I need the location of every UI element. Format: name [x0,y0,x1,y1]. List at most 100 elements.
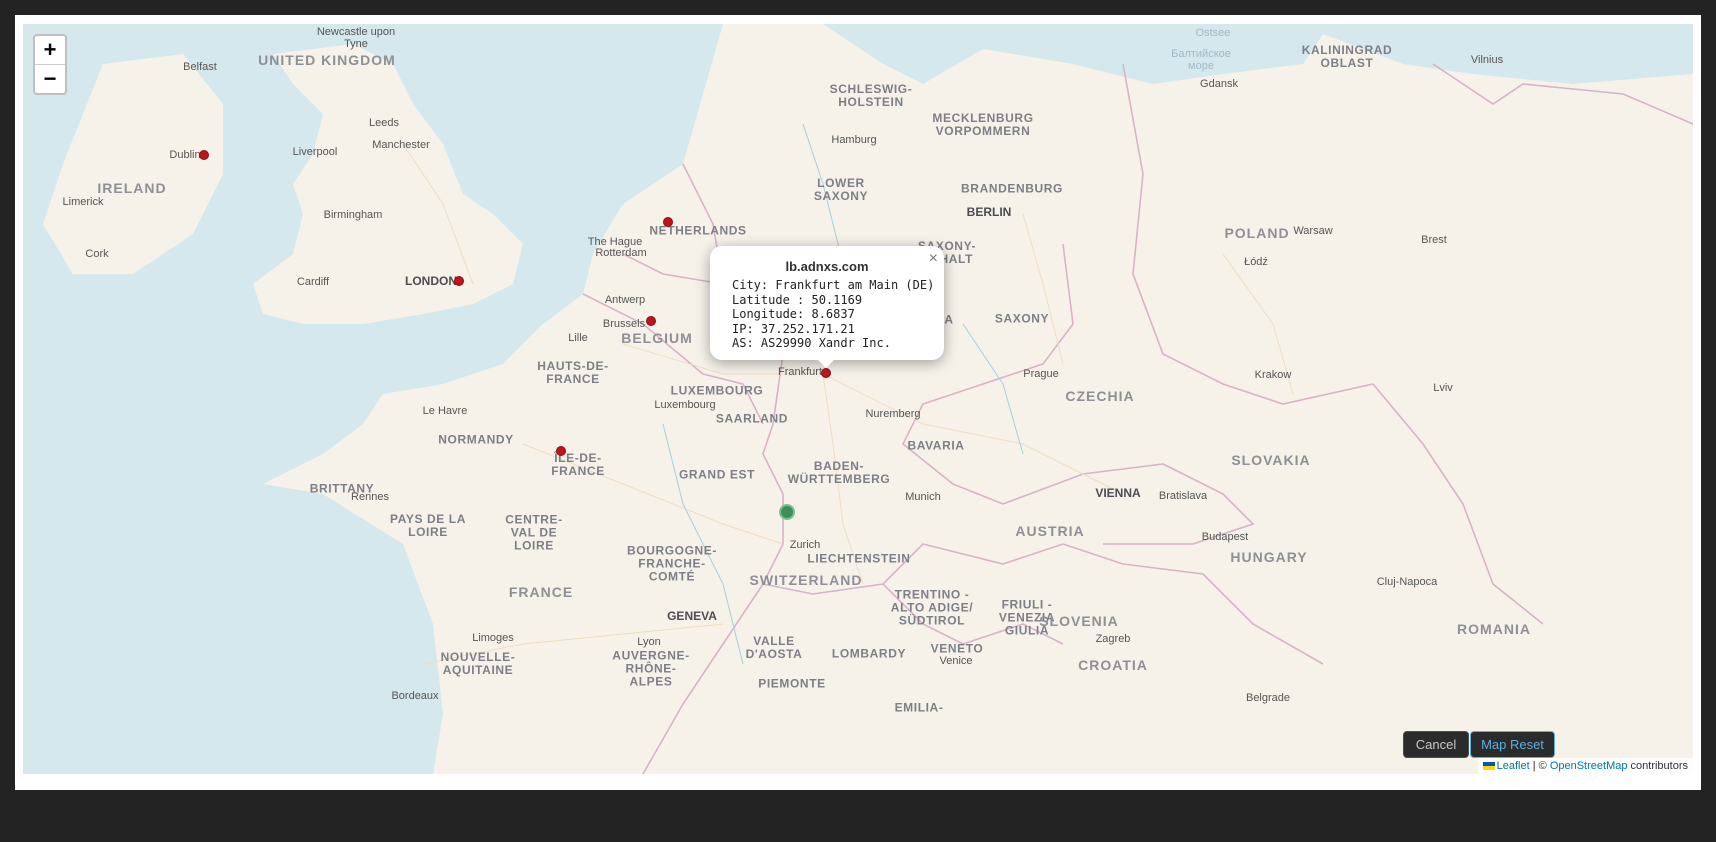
label-baltic-sea: Балтийское море [1171,48,1231,72]
popup-longitude: Longitude: 8.6837 [732,307,855,322]
label-le-havre: Le Havre [422,405,468,417]
label-grand-est: GRAND EST [678,467,756,482]
marker-current-location[interactable] [779,504,795,520]
label-hamburg: Hamburg [831,134,877,146]
label-cluj-napoca: Cluj-Napoca [1376,576,1438,588]
label-france: FRANCE [508,584,574,600]
map-attribution: Leaflet | © OpenStreetMap contributors [1477,758,1693,774]
label-luxembourg: Luxembourg [654,399,716,411]
cancel-button[interactable]: Cancel [1403,731,1469,758]
label-lower-saxony: LOWER SAXONY [813,176,869,203]
label-valle-daosta: VALLE D'AOSTA [745,634,803,661]
marker-popup: × lb.adnxs.com City: Frankfurt am Main (… [710,246,944,360]
popup-latitude: Latitude : 50.1169 [732,292,863,307]
marker-london[interactable] [454,276,464,286]
label-hauts-de-france: HAUTS-DE- FRANCE [537,359,609,386]
label-rennes: Rennes [351,491,389,503]
marker-paris[interactable] [556,446,566,456]
label-piemonte: PIEMONTE [758,676,826,691]
label-slovakia: SLOVAKIA [1231,452,1311,468]
label-lille: Lille [568,332,588,344]
label-london: LONDON [405,274,457,288]
label-mecklenburg-vorpommern: MECKLENBURG VORPOMMERN [932,111,1034,138]
ukraine-flag-icon [1482,762,1495,771]
label-baden-wurttemberg: BADEN- WÜRTTEMBERG [787,459,891,486]
label-newcastle: Newcastle upon Tyne [316,26,396,50]
label-bourgogne-franche-comte: BOURGOGNE- FRANCHE- COMTÉ [627,543,717,584]
map[interactable]: UNITED KINGDOM IRELAND Newcastle upon Ty… [23,24,1693,774]
label-geneva: GENEVA [667,609,717,623]
label-austria: AUSTRIA [1015,523,1085,539]
label-bordeaux: Bordeaux [391,690,439,702]
label-prague: Prague [1023,368,1059,380]
label-lviv: Lviv [1433,382,1453,394]
popup-close-button[interactable]: × [929,250,938,268]
label-trentino: TRENTINO - ALTO ADIGE/ SÜDTIROL [890,587,974,628]
label-auvergne-rhone-alpes: AUVERGNE- RHÔNE- ALPES [612,648,690,689]
label-liverpool: Liverpool [292,146,338,158]
zoom-out-button[interactable]: − [35,64,65,93]
label-leeds: Leeds [369,117,399,129]
label-romania: ROMANIA [1457,621,1531,637]
modal-body: UNITED KINGDOM IRELAND Newcastle upon Ty… [15,15,1701,790]
label-zagreb: Zagreb [1095,633,1131,645]
label-centre-val-de-loire: CENTRE- VAL DE LOIRE [505,512,563,553]
label-luxembourg-region: LUXEMBOURG [670,383,764,398]
label-saarland: SAARLAND [715,411,789,426]
label-antwerp: Antwerp [604,294,646,306]
label-budapest: Budapest [1201,531,1249,543]
label-bavaria: BAVARIA [907,438,965,453]
label-lombardy: LOMBARDY [831,646,907,661]
label-venice: Venice [939,655,973,667]
label-limoges: Limoges [472,632,514,644]
label-ostsee: Ostsee [1195,27,1231,39]
attribution-separator: | © [1529,760,1550,772]
label-cardiff: Cardiff [296,276,330,288]
label-belgium: BELGIUM [621,330,693,346]
label-croatia: CROATIA [1078,657,1148,673]
leaflet-link[interactable]: Leaflet [1497,760,1530,772]
zoom-control: + − [33,34,67,95]
label-nouvelle-aquitaine: NOUVELLE- AQUITAINE [440,650,516,677]
marker-brussels[interactable] [646,316,656,326]
label-switzerland: SWITZERLAND [749,572,863,588]
label-czechia: CZECHIA [1065,388,1135,404]
label-brussels: Brussels [602,318,646,330]
label-emilia: EMILIA- [894,700,944,715]
label-gdansk: Gdansk [1200,78,1238,90]
label-liechtenstein: LIECHTENSTEIN [807,551,911,566]
label-munich: Munich [905,491,941,503]
label-belfast: Belfast [183,61,217,73]
label-zurich: Zurich [789,539,821,551]
label-vilnius: Vilnius [1470,54,1504,66]
marker-amsterdam[interactable] [663,217,673,227]
label-normandy: NORMANDY [438,432,514,447]
label-lyon: Lyon [637,636,661,648]
popup-tip [816,358,836,368]
label-poland: POLAND [1224,225,1290,241]
label-vienna: VIENNA [1095,486,1141,500]
label-kaliningrad-oblast: KALININGRAD OBLAST [1301,43,1393,70]
popup-title: lb.adnxs.com [785,259,869,274]
label-manchester: Manchester [372,139,430,151]
label-hungary: HUNGARY [1230,549,1308,565]
openstreetmap-link[interactable]: OpenStreetMap [1550,760,1628,772]
label-brandenburg: BRANDENBURG [961,181,1063,196]
attribution-contributors: contributors [1627,760,1688,772]
label-veneto: VENETO [930,641,984,656]
label-brest: Brest [1421,234,1447,246]
popup-ip: IP: 37.252.171.21 [732,321,855,336]
map-reset-button[interactable]: Map Reset [1470,731,1555,758]
marker-frankfurt[interactable] [821,368,831,378]
label-slovenia: SLOVENIA [1039,613,1119,629]
marker-dublin[interactable] [199,150,209,160]
label-pays-de-la-loire: PAYS DE LA LOIRE [389,512,467,539]
label-limerick: Limerick [62,196,104,208]
popup-as: AS: AS29990 Xandr Inc. [732,336,891,351]
zoom-in-button[interactable]: + [35,36,65,64]
label-schleswig-holstein: SCHLESWIG- HOLSTEIN [829,82,913,109]
popup-details: City: Frankfurt am Main (DE) Latitude : 5… [732,278,944,351]
label-dublin: Dublin [169,149,201,161]
label-ireland: IRELAND [97,180,167,196]
label-lodz: Łódź [1244,256,1268,268]
